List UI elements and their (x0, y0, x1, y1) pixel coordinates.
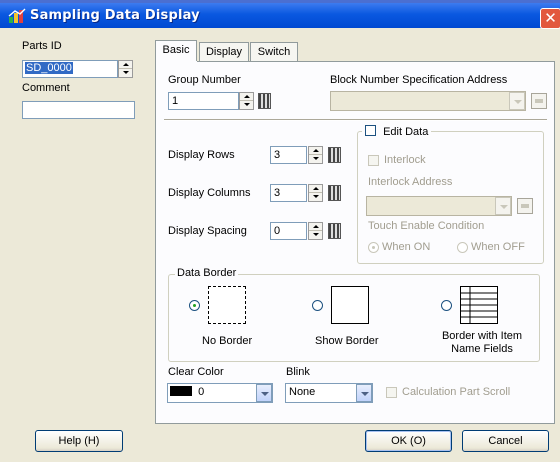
help-button[interactable]: Help (H) (35, 430, 123, 452)
interlock-address-input-icon[interactable] (517, 198, 533, 214)
display-spacing-label: Display Spacing (168, 225, 247, 237)
stepper-up-icon[interactable] (240, 93, 253, 101)
clear-color-swatch (170, 386, 192, 396)
edit-data-label: Edit Data (383, 126, 429, 138)
edit-data-checkbox[interactable] (365, 125, 376, 136)
when-off-label: When OFF (471, 241, 525, 253)
close-icon: ✕ (544, 9, 557, 27)
interlock-label: Interlock (384, 154, 426, 166)
border-with-names-label: Border with Item Name Fields (441, 330, 523, 355)
display-rows-field[interactable]: 3 (270, 146, 307, 164)
no-border-label: No Border (202, 335, 253, 347)
display-spacing-stepper[interactable] (308, 222, 323, 240)
address-input-icon[interactable] (531, 93, 547, 109)
tab-basic[interactable]: Basic (155, 40, 197, 62)
group-number-stepper[interactable] (239, 92, 254, 110)
stepper-up-icon[interactable] (309, 147, 322, 155)
blink-label: Blink (286, 366, 310, 378)
section-divider (164, 119, 547, 121)
clear-color-combo[interactable]: 0 (167, 383, 273, 403)
active-tab-joint (156, 61, 197, 63)
stepper-down-icon[interactable] (119, 69, 132, 77)
ok-button[interactable]: OK (O) (365, 430, 452, 452)
display-rows-stepper[interactable] (308, 146, 323, 164)
show-border-label: Show Border (315, 335, 379, 347)
display-columns-label: Display Columns (168, 187, 251, 199)
stepper-down-icon[interactable] (309, 155, 322, 163)
display-columns-value: 3 (274, 187, 281, 199)
group-number-value: 1 (172, 95, 179, 107)
interlock-checkbox[interactable] (368, 155, 379, 166)
parts-id-field[interactable]: SD_0000 (22, 60, 118, 78)
chevron-down-icon[interactable] (495, 197, 511, 215)
touch-enable-label: Touch Enable Condition (368, 220, 485, 232)
interlock-address-combo[interactable] (366, 196, 512, 216)
title-bar[interactable]: Sampling Data Display ✕ (0, 3, 560, 29)
display-rows-value: 3 (274, 149, 281, 161)
blink-combo[interactable]: None (285, 383, 373, 403)
no-border-preview-icon (208, 286, 246, 324)
parts-id-stepper[interactable] (118, 60, 133, 78)
chevron-down-icon[interactable] (509, 92, 525, 110)
display-rows-keypad-icon[interactable] (328, 147, 341, 163)
group-number-label: Group Number (168, 74, 241, 86)
cancel-button-label: Cancel (488, 435, 523, 447)
display-spacing-field[interactable]: 0 (270, 222, 307, 240)
calc-part-scroll-label: Calculation Part Scroll (402, 386, 511, 398)
no-border-radio[interactable] (189, 300, 200, 311)
block-address-combo[interactable] (330, 91, 526, 111)
parts-id-value: SD_0000 (25, 62, 73, 74)
chevron-down-icon[interactable] (256, 384, 272, 402)
border-with-names-preview-icon (460, 286, 498, 324)
stepper-down-icon[interactable] (309, 193, 322, 201)
cancel-button[interactable]: Cancel (462, 430, 549, 452)
ok-button-label: OK (O) (391, 435, 426, 447)
when-on-radio[interactable] (368, 242, 379, 253)
close-button[interactable]: ✕ (540, 8, 560, 29)
block-address-label: Block Number Specification Address (330, 74, 508, 86)
window-title: Sampling Data Display (30, 8, 200, 23)
display-columns-stepper[interactable] (308, 184, 323, 202)
display-spacing-value: 0 (274, 225, 281, 237)
app-icon (8, 8, 26, 23)
stepper-down-icon[interactable] (240, 101, 253, 109)
when-off-radio[interactable] (457, 242, 468, 253)
border-with-names-radio[interactable] (441, 300, 452, 311)
chevron-down-icon[interactable] (356, 384, 372, 402)
tab-switch[interactable]: Switch (250, 42, 298, 62)
group-number-keypad-icon[interactable] (258, 93, 271, 109)
display-spacing-keypad-icon[interactable] (328, 223, 341, 239)
stepper-down-icon[interactable] (309, 231, 322, 239)
edit-data-header: Edit Data (362, 125, 432, 139)
stepper-up-icon[interactable] (309, 185, 322, 193)
display-columns-field[interactable]: 3 (270, 184, 307, 202)
clear-color-value: 0 (198, 386, 205, 398)
clear-color-label: Clear Color (168, 366, 224, 378)
show-border-preview-icon (331, 286, 369, 324)
stepper-up-icon[interactable] (119, 61, 132, 69)
display-columns-keypad-icon[interactable] (328, 185, 341, 201)
parts-id-label: Parts ID (22, 40, 62, 52)
tab-display[interactable]: Display (199, 42, 249, 62)
display-rows-label: Display Rows (168, 149, 235, 161)
blink-value: None (289, 386, 316, 398)
help-button-label: Help (H) (58, 435, 100, 447)
interlock-address-label: Interlock Address (368, 176, 453, 188)
show-border-radio[interactable] (312, 300, 323, 311)
data-border-label: Data Border (175, 267, 239, 279)
when-on-label: When ON (382, 241, 431, 253)
calc-part-scroll-checkbox[interactable] (386, 387, 397, 398)
stepper-up-icon[interactable] (309, 223, 322, 231)
comment-field[interactable] (22, 101, 135, 119)
group-number-field[interactable]: 1 (168, 92, 239, 110)
comment-label: Comment (22, 82, 70, 94)
tab-display-label: Display (205, 46, 243, 58)
tab-basic-label: Basic (162, 44, 190, 56)
tab-switch-label: Switch (257, 46, 291, 58)
